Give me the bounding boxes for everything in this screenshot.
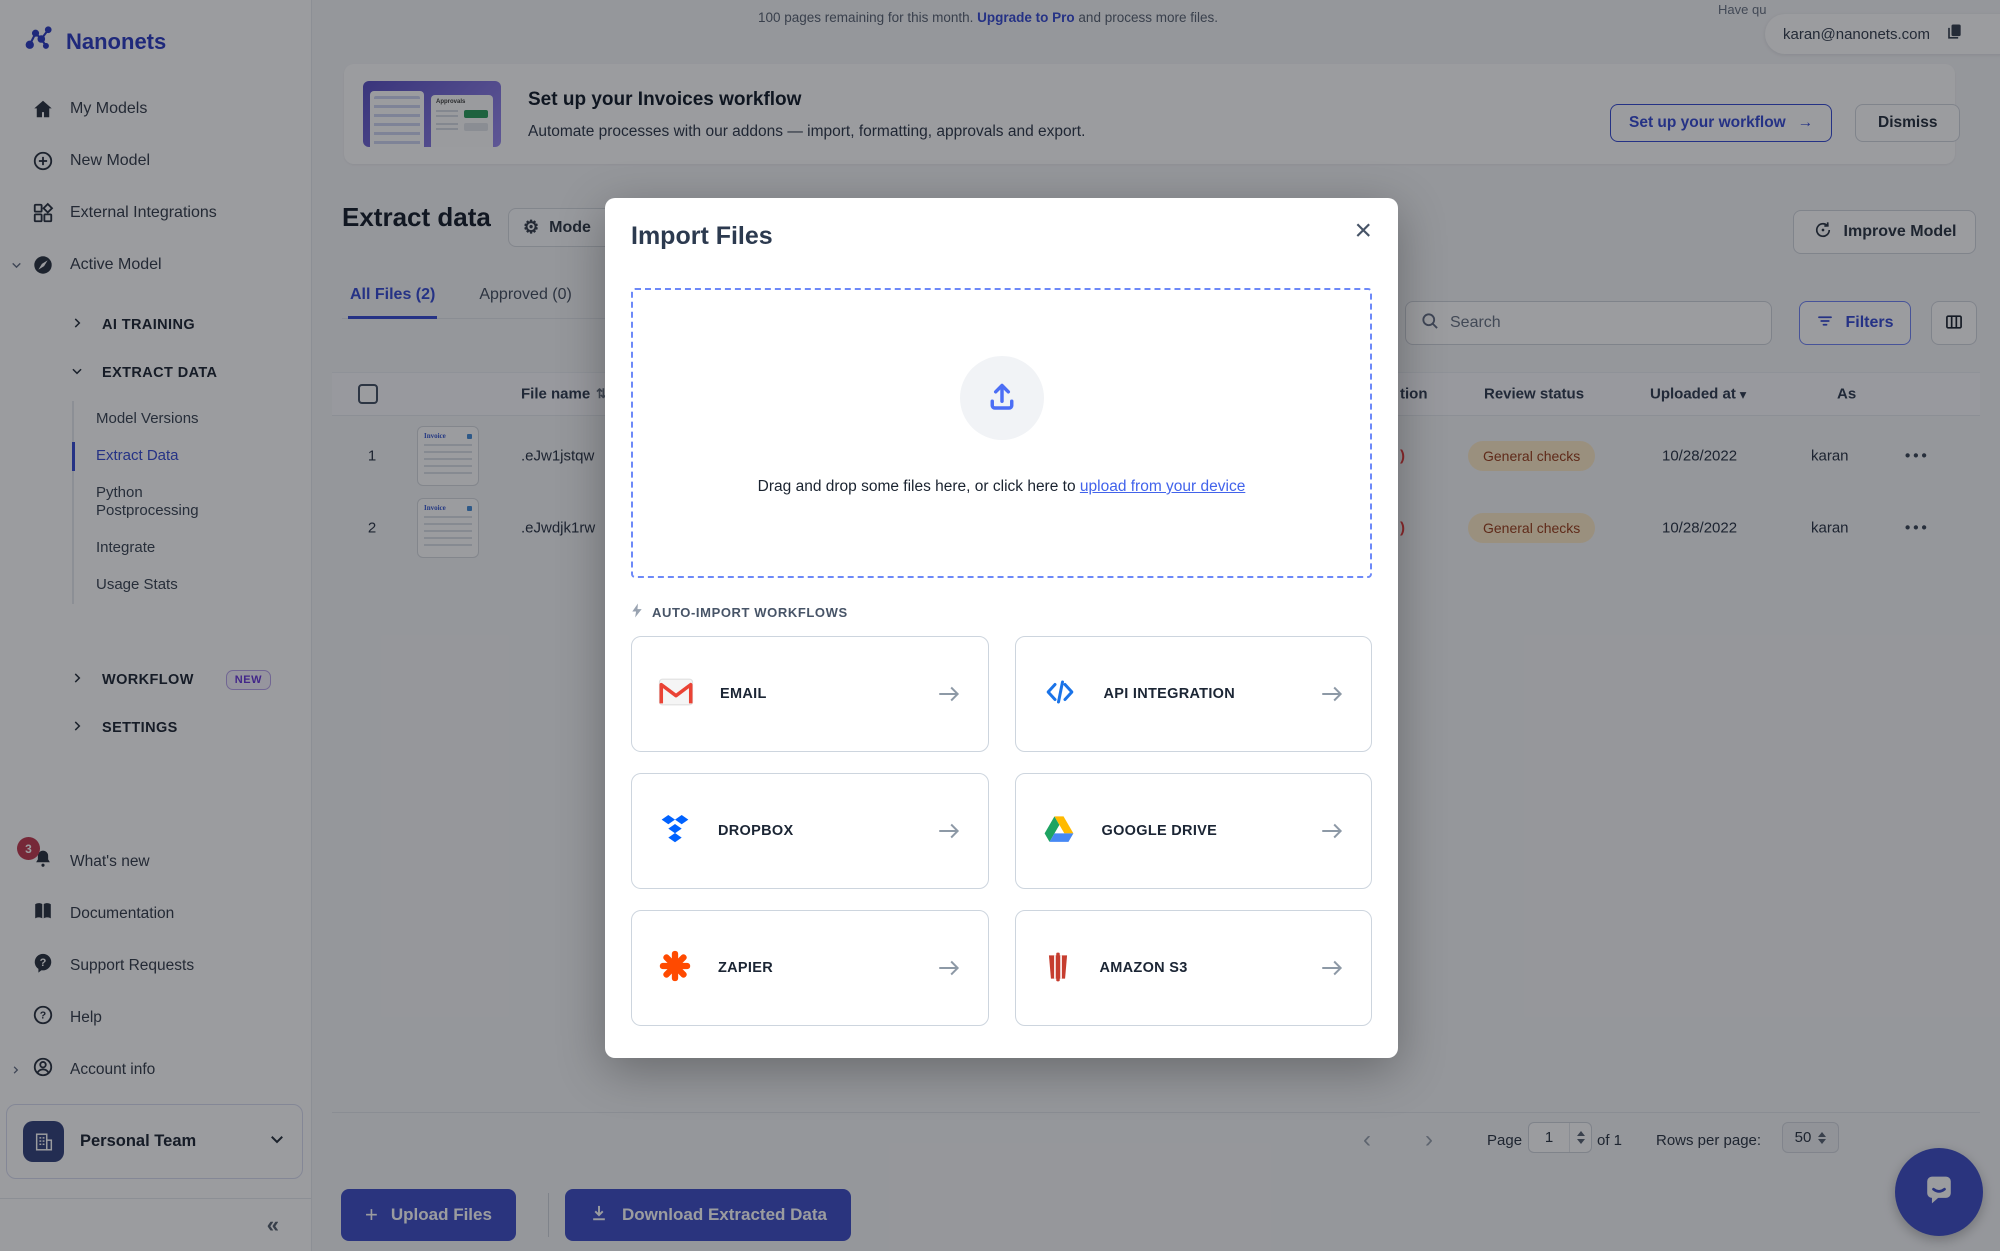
- workflow-name: ZAPIER: [718, 960, 773, 976]
- close-icon[interactable]: ×: [1354, 216, 1372, 246]
- code-brackets-icon: [1042, 677, 1078, 712]
- workflow-card-dropbox[interactable]: DROPBOX: [631, 773, 989, 889]
- gmail-icon: [658, 678, 694, 711]
- workflow-card-amazon-s3[interactable]: AMAZON S3: [1015, 910, 1373, 1026]
- arrow-right-icon: [936, 681, 962, 707]
- workflow-name: AMAZON S3: [1100, 960, 1188, 976]
- arrow-right-icon: [1319, 955, 1345, 981]
- lightning-icon: [631, 603, 643, 621]
- modal-title: Import Files: [631, 222, 773, 251]
- workflow-card-email[interactable]: EMAIL: [631, 636, 989, 752]
- workflow-card-api-integration[interactable]: API INTEGRATION: [1015, 636, 1373, 752]
- file-dropzone[interactable]: Drag and drop some files here, or click …: [631, 288, 1372, 578]
- arrow-right-icon: [936, 955, 962, 981]
- zapier-icon: [658, 949, 692, 988]
- amazon-s3-icon: [1042, 949, 1074, 988]
- arrow-right-icon: [1319, 818, 1345, 844]
- upload-circle: [960, 356, 1044, 440]
- workflow-name: API INTEGRATION: [1104, 686, 1236, 702]
- workflow-name: EMAIL: [720, 686, 767, 702]
- arrow-right-icon: [1319, 681, 1345, 707]
- arrow-right-icon: [936, 818, 962, 844]
- workflow-card-zapier[interactable]: ZAPIER: [631, 910, 989, 1026]
- workflow-grid: EMAIL API INTEGRATION DROPBOX GOOGLE DRI…: [631, 636, 1372, 1026]
- workflow-name: DROPBOX: [718, 823, 793, 839]
- app-root: Nanonets My Models New Model External In…: [0, 0, 2000, 1251]
- auto-import-text: AUTO-IMPORT WORKFLOWS: [652, 605, 848, 620]
- upload-from-device-link[interactable]: upload from your device: [1080, 478, 1245, 495]
- google-drive-icon: [1042, 813, 1076, 850]
- dropzone-text: Drag and drop some files here, or click …: [633, 478, 1370, 496]
- dropzone-instruction: Drag and drop some files here, or click …: [758, 478, 1076, 495]
- workflow-card-google-drive[interactable]: GOOGLE DRIVE: [1015, 773, 1373, 889]
- auto-import-section-label: AUTO-IMPORT WORKFLOWS: [631, 603, 848, 621]
- dropbox-icon: [658, 812, 692, 851]
- import-files-modal: Import Files × Drag and drop some files …: [605, 198, 1398, 1058]
- upload-icon: [984, 378, 1020, 419]
- workflow-name: GOOGLE DRIVE: [1102, 823, 1218, 839]
